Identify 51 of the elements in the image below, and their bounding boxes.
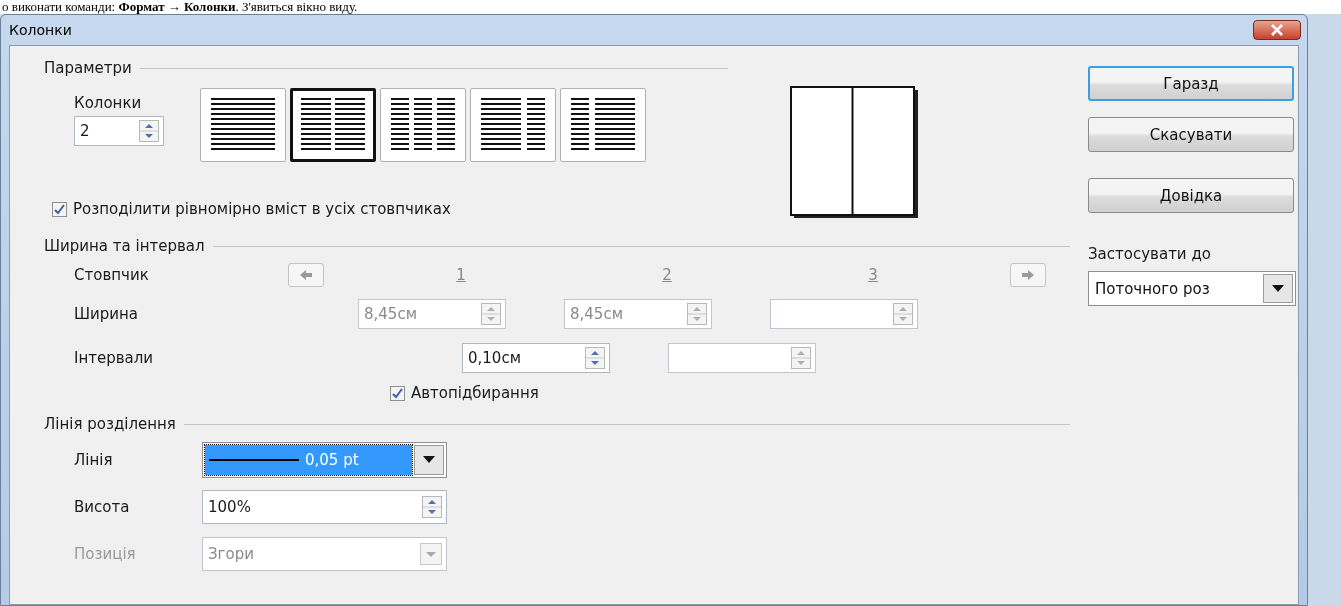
spinner-icon[interactable] [139,120,159,142]
field-label: Висота [73,497,131,516]
checkbox[interactable] [390,385,405,401]
column-number: 3 [867,266,879,284]
dropdown-arrow-icon [423,456,435,463]
number-field[interactable]: 0,10см [462,343,610,373]
column-number: 1 [455,266,467,284]
dropdown-value: Поточного роз [1095,279,1210,298]
document-text: о виконати команди: Формат → Колонки. З'явиться вікно виду. [0,0,1341,14]
checkbox-label: Розподілити рівномірно вміст в усіх стовпчиках [73,200,451,218]
row-label: Ширина [73,305,140,323]
window-title: Колонки [9,22,72,38]
field-label: Колонки [74,94,143,112]
row-label: Інтервали [73,349,155,367]
field-label: Застосувати до [1088,245,1212,263]
dialog-button[interactable]: Довідка [1088,178,1294,213]
next-button[interactable] [1010,263,1046,287]
position-dropdown[interactable]: Згори [202,536,447,571]
dialog-button[interactable]: Гаразд [1088,66,1294,101]
apply-to-dropdown[interactable]: Поточного роз [1088,271,1296,306]
spinner-icon[interactable] [422,495,442,518]
column-layout-option[interactable] [470,88,556,162]
column-layout-option[interactable] [200,88,286,162]
dropdown-value: Згори [208,544,254,563]
field-label: Позиція [73,544,137,563]
column-number: 2 [661,266,673,284]
close-icon [1270,24,1284,36]
line-sample-icon [209,458,299,461]
row-label: Стовпчик [73,266,150,284]
section-heading: Ширина та інтервал [44,237,205,255]
dropdown-arrow-icon [1272,285,1284,292]
previous-button[interactable] [288,263,324,287]
column-layout-option[interactable] [380,88,466,162]
right-arrow-icon [1021,269,1035,281]
field-value: 2 [80,122,90,140]
section-heading: Параметри [44,59,132,77]
number-field[interactable]: 100% [202,489,447,524]
section-heading: Лінія розділення [44,415,176,433]
dialog-button[interactable]: Скасувати [1088,117,1294,152]
dropdown-value: 0,05 pt [305,450,359,469]
left-arrow-icon [299,269,313,281]
checkbox-label: Автопідбирання [411,384,539,402]
column-layout-option[interactable] [290,88,376,162]
field-label: Лінія [73,450,114,469]
field-value: 0,10см [468,349,521,367]
close-button[interactable] [1253,20,1301,40]
checkbox[interactable] [52,201,67,217]
spinner-icon[interactable] [585,347,605,369]
column-layout-option[interactable] [560,88,646,162]
field-value: 100% [208,497,251,516]
number-field[interactable]: 2 [74,116,164,146]
